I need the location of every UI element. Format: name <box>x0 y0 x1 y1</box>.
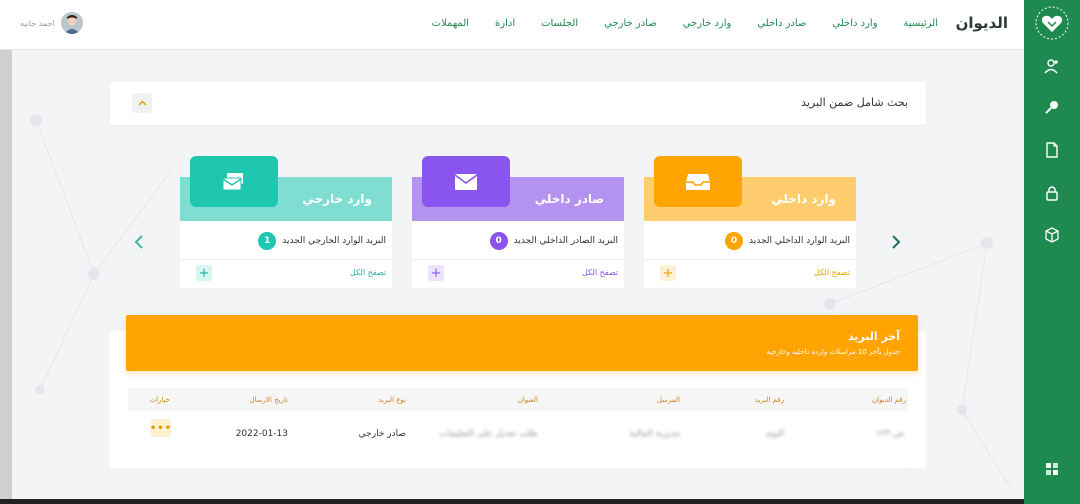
card-outgoing-internal[interactable]: صادر داخلي البريد الصادر الداخلي الجديد … <box>412 156 624 288</box>
brand-title[interactable]: الديوان <box>956 14 1008 32</box>
main-nav: الرئيسية وارد داخلي صادر داخلي وارد خارج… <box>406 18 938 29</box>
cell-sender: مديرية المالية <box>629 429 680 439</box>
column-header[interactable]: نوع البريد <box>378 396 406 404</box>
nav-item-incoming-internal[interactable]: وارد داخلي <box>832 18 877 29</box>
add-button[interactable]: + <box>196 265 212 281</box>
nav-item-outgoing-internal[interactable]: صادر داخلي <box>757 18 806 29</box>
cell-mail-no: البوم <box>765 429 784 439</box>
chevron-right-icon <box>892 235 901 249</box>
avatar-person-icon <box>60 12 83 34</box>
user-menu[interactable]: احمد جانيه <box>20 12 83 34</box>
nav-item-sessions[interactable]: الجلسات <box>541 18 578 29</box>
user-name: احمد جانيه <box>20 18 55 28</box>
nav-item-trash[interactable]: المهملات <box>432 18 469 29</box>
count-badge: 0 <box>489 232 508 250</box>
table-header: رقم الديوان رقم البريد المرسل العنوان نو… <box>128 388 908 411</box>
envelopes-icon <box>190 156 278 207</box>
card-description: البريد الصادر الداخلي الجديد <box>513 236 618 246</box>
cell-diwan-no: ص-١٢٣ <box>875 429 904 439</box>
cell-subject: طلب تعديل على التعليمات <box>439 429 538 439</box>
card-title: صادر داخلي <box>534 192 604 206</box>
column-header[interactable]: رقم الديوان <box>872 396 908 404</box>
sidebar <box>1024 0 1080 504</box>
search-key-icon[interactable] <box>1042 97 1062 117</box>
nav-item-outgoing-external[interactable]: صادر خارجي <box>604 18 657 29</box>
avatar[interactable] <box>60 12 83 34</box>
add-button[interactable]: + <box>660 265 676 281</box>
card-incoming-external[interactable]: وارد خارجي البريد الوارد الخارجي الجديد … <box>180 156 392 288</box>
view-all-link[interactable]: تصفح الكل <box>582 268 618 277</box>
column-header[interactable]: خيارات <box>150 396 171 404</box>
carousel-prev-button[interactable] <box>131 233 147 251</box>
card-description: البريد الوارد الداخلي الجديد <box>749 236 850 246</box>
cube-icon[interactable] <box>1042 225 1062 245</box>
column-header[interactable]: تاريخ الارسال <box>249 396 288 404</box>
view-all-link[interactable]: تصفح الكل <box>814 268 850 277</box>
divider <box>644 259 856 260</box>
chevron-up-icon <box>138 100 146 106</box>
column-header[interactable]: رقم البريد <box>755 396 784 404</box>
divider <box>180 259 392 260</box>
card-summary-row: البريد الوارد الداخلي الجديد 0 <box>725 232 850 250</box>
nav-item-admin[interactable]: ادارة <box>495 18 515 29</box>
cell-type: صادر خارجي <box>358 429 406 439</box>
card-summary-row: البريد الصادر الداخلي الجديد 0 <box>489 232 618 250</box>
column-header[interactable]: المرسل <box>657 396 680 404</box>
view-all-link[interactable]: تصفح الكل <box>350 268 386 277</box>
nav-item-incoming-external[interactable]: وارد خارجي <box>683 18 732 29</box>
cell-date: 2022-01-13 <box>235 429 288 439</box>
card-incoming-internal[interactable]: وارد داخلي البريد الوارد الداخلي الجديد … <box>644 156 856 288</box>
top-bar: الديوان الرئيسية وارد داخلي صادر داخلي و… <box>0 0 1024 50</box>
scrollbar-track[interactable] <box>0 50 12 504</box>
card-title: وارد خارجي <box>302 192 372 206</box>
envelope-icon <box>422 156 510 207</box>
lock-icon[interactable] <box>1042 183 1062 203</box>
card-description: البريد الوارد الخارجي الجديد <box>282 236 386 246</box>
recent-mail-subtitle: جدول بآخر 10 مراسلات واردة داخلية وخارجي… <box>766 348 900 356</box>
divider <box>412 259 624 260</box>
row-options-button[interactable]: ••• <box>150 419 171 437</box>
user-add-icon[interactable] <box>1042 56 1062 76</box>
count-badge: 0 <box>725 232 743 250</box>
recent-mail-title: آخر البريد <box>847 330 900 343</box>
column-header[interactable]: العنوان <box>518 396 538 404</box>
grid-icon[interactable] <box>1042 459 1062 479</box>
bottom-bar <box>0 499 1024 504</box>
count-badge: 1 <box>258 232 277 250</box>
search-panel: بحث شامل ضمن البريد <box>110 82 926 125</box>
carousel-next-button[interactable] <box>888 233 904 251</box>
inbox-tray-icon <box>654 156 742 207</box>
add-button[interactable]: + <box>428 265 444 281</box>
collapse-button[interactable] <box>132 93 152 113</box>
nav-item-home[interactable]: الرئيسية <box>904 18 938 29</box>
card-summary-row: البريد الوارد الخارجي الجديد 1 <box>258 232 386 250</box>
file-icon[interactable] <box>1042 140 1062 160</box>
card-title: وارد داخلي <box>771 192 836 206</box>
logo-heart-icon[interactable] <box>1032 4 1072 42</box>
search-panel-title: بحث شامل ضمن البريد <box>801 96 908 109</box>
chevron-left-icon <box>134 235 143 249</box>
recent-mail-banner: آخر البريد جدول بآخر 10 مراسلات واردة دا… <box>126 315 918 371</box>
